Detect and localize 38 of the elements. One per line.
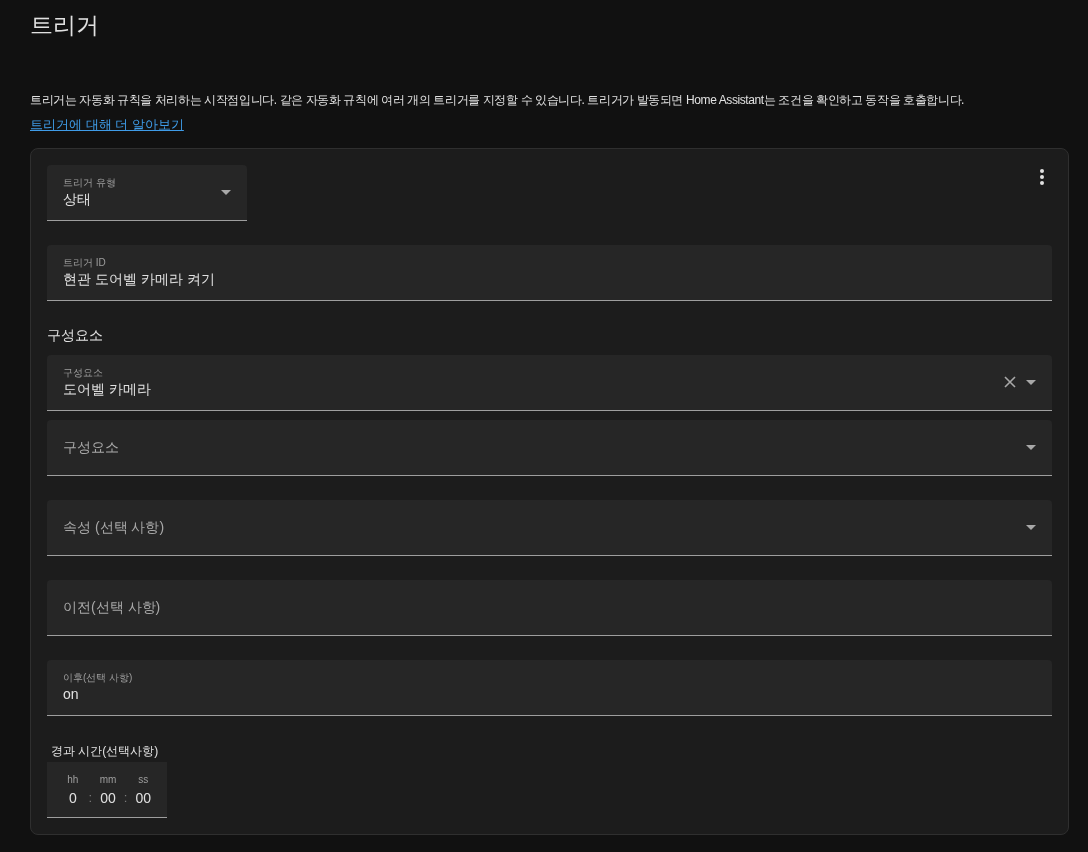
select-field[interactable]: 구성요소 xyxy=(47,419,1052,476)
field-value: 도어벨 카메라 xyxy=(63,380,151,399)
select-field[interactable]: 구성요소 도어벨 카메라 xyxy=(47,354,1052,411)
description-text: 트리거는 자동화 규칙을 처리하는 시작점입니다. 같은 자동화 규칙에 여러 개의 트리거를 지정할 수 있습니다. 트리거가 발동되면 Home Assistant는 조건을 확인하고 동작을 호출합니다. xyxy=(30,91,966,109)
time-unit-label: hh xyxy=(67,772,79,787)
floating-label: 트리거 ID xyxy=(63,256,106,271)
time-value: 0 xyxy=(68,788,77,807)
dropdown-caret-icon[interactable] xyxy=(1026,379,1036,385)
section-label: 구성요소 xyxy=(47,325,104,345)
field-value: 상태 xyxy=(63,190,91,209)
time-value: 00 xyxy=(135,788,151,807)
duration-field[interactable]: hh 0 : mm 00 : ss 00 xyxy=(47,761,167,818)
text-field[interactable]: 이전(선택 사항) xyxy=(47,579,1052,636)
time-value: 00 xyxy=(100,788,116,807)
clear-icon[interactable] xyxy=(1004,376,1016,389)
field-placeholder: 이전(선택 사항) xyxy=(63,598,161,617)
time-unit-label: mm xyxy=(99,772,117,787)
dropdown-caret-icon[interactable] xyxy=(1026,444,1036,450)
field-value: 현관 도어벨 카메라 켜기 xyxy=(63,270,215,289)
text-field[interactable]: 이후(선택 사항) on xyxy=(47,659,1052,716)
trigger-type-select[interactable]: 트리거 유형 상태 xyxy=(47,164,247,221)
field-placeholder: 구성요소 xyxy=(63,438,119,457)
select-field[interactable]: 속성 (선택 사항) xyxy=(47,499,1052,556)
duration-label: 경과 시간(선택사항) xyxy=(51,743,160,758)
time-separator: : xyxy=(88,788,93,807)
more-options-icon[interactable] xyxy=(1040,168,1044,185)
time-separator: : xyxy=(123,788,128,807)
dropdown-caret-icon[interactable] xyxy=(1026,524,1036,530)
floating-label: 구성요소 xyxy=(63,366,103,381)
field-placeholder: 속성 (선택 사항) xyxy=(63,518,165,537)
floating-label: 트리거 유형 xyxy=(63,176,116,191)
page-title: 트리거 xyxy=(30,12,100,40)
time-unit-label: ss xyxy=(138,772,149,787)
text-field[interactable]: 트리거 ID 현관 도어벨 카메라 켜기 xyxy=(47,244,1052,301)
floating-label: 이후(선택 사항) xyxy=(63,671,133,686)
dropdown-caret-icon[interactable] xyxy=(221,189,231,195)
learn-more-link[interactable]: 트리거에 대해 더 알아보기 xyxy=(30,116,184,132)
field-value: on xyxy=(63,685,79,704)
